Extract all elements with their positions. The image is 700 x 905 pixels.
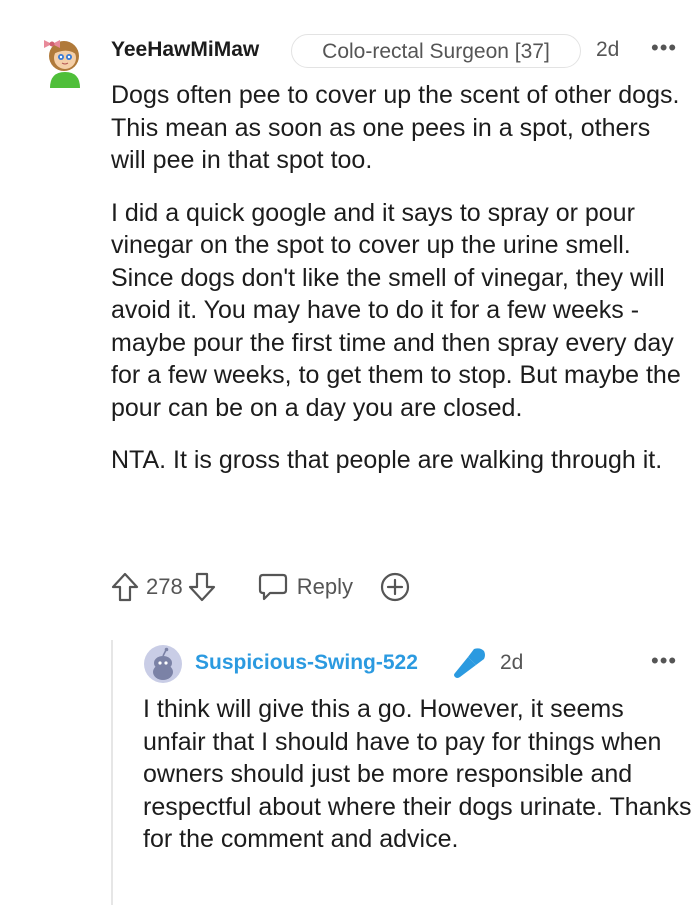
comment-paragraph: I did a quick google and it says to spra…: [111, 198, 681, 422]
comment-paragraph: I think will give this a go. However, it…: [143, 695, 692, 853]
thread-line[interactable]: [111, 640, 113, 905]
microphone-icon: [454, 648, 485, 678]
author-name[interactable]: YeeHawMiMaw: [111, 38, 259, 62]
avatar[interactable]: [36, 30, 94, 88]
comment-paragraph: NTA. It is gross that people are walking…: [111, 446, 663, 474]
comment-body: I think will give this a go. However, it…: [143, 693, 693, 856]
comment-actions: 278 Reply: [110, 570, 411, 604]
reply-label: Reply: [296, 574, 353, 599]
more-icon[interactable]: •••: [651, 648, 677, 674]
timestamp: 2d: [500, 651, 524, 674]
vote-count: 278: [146, 574, 183, 599]
timestamp: 2d: [596, 38, 620, 61]
author-name[interactable]: Suspicious-Swing-522: [195, 651, 418, 675]
reply-button[interactable]: Reply: [257, 572, 353, 602]
award-icon[interactable]: [379, 571, 411, 603]
avatar[interactable]: [144, 645, 182, 683]
user-flair: Colo-rectal Surgeon [37]: [291, 34, 581, 68]
upvote-icon[interactable]: [110, 571, 140, 603]
reply-icon: [258, 573, 287, 601]
more-icon[interactable]: •••: [651, 35, 677, 61]
downvote-icon[interactable]: [187, 571, 217, 603]
comment-body: Dogs often pee to cover up the scent of …: [111, 79, 691, 497]
comment-paragraph: Dogs often pee to cover up the scent of …: [111, 81, 680, 174]
